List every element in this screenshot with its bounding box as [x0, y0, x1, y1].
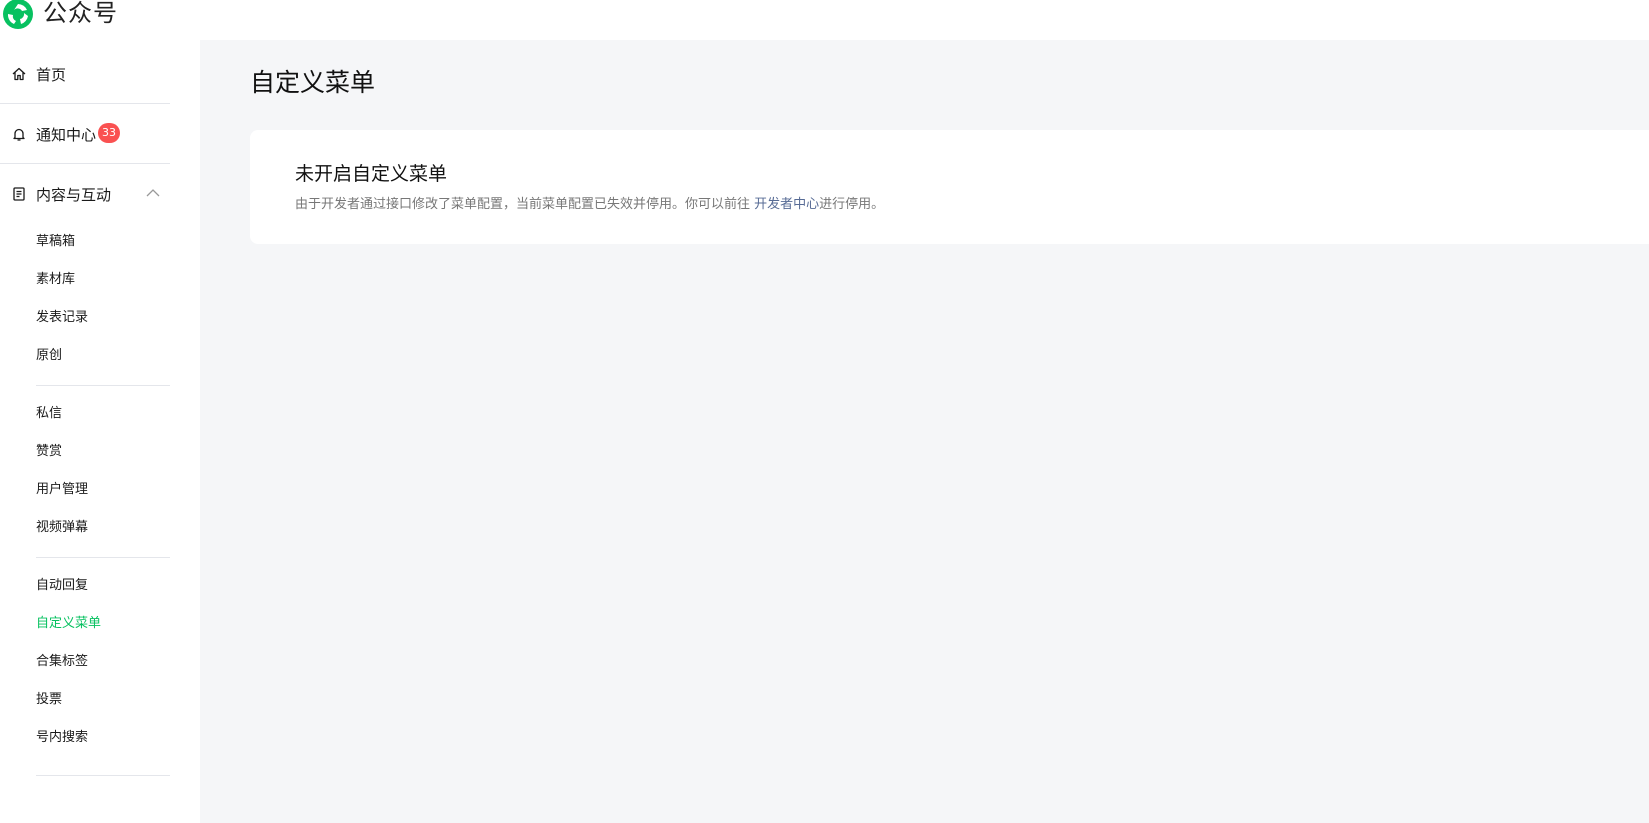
sidebar-subitem-custom-menu[interactable]: 自定义菜单 — [36, 614, 101, 634]
sidebar-item-home[interactable]: 首页 — [0, 44, 180, 104]
home-icon — [11, 66, 27, 82]
sidebar-subitem-publish-records[interactable]: 发表记录 — [36, 308, 88, 328]
sidebar-subitem-voting[interactable]: 投票 — [36, 690, 62, 710]
sidebar-subitem-collection-tags[interactable]: 合集标签 — [36, 652, 88, 672]
notification-count-badge: 33 — [98, 123, 120, 143]
chevron-up-icon[interactable] — [146, 188, 160, 198]
sidebar-subitem-drafts[interactable]: 草稿箱 — [36, 232, 75, 252]
document-icon — [11, 186, 27, 202]
sidebar-group-divider — [36, 775, 170, 776]
sidebar-item-label: 首页 — [36, 65, 67, 84]
card-description: 由于开发者通过接口修改了菜单配置，当前菜单配置已失效并停用。你可以前往 开发者中… — [295, 195, 884, 215]
sidebar-subitem-rewards[interactable]: 赞赏 — [36, 442, 62, 462]
bell-icon — [11, 126, 27, 142]
page-title: 自定义菜单 — [250, 68, 376, 97]
top-bar: 公众号 — [0, 0, 1649, 40]
sidebar-subitem-in-account-search[interactable]: 号内搜索 — [36, 728, 88, 748]
custom-menu-status-card: 未开启自定义菜单 由于开发者通过接口修改了菜单配置，当前菜单配置已失效并停用。你… — [250, 130, 1649, 244]
sidebar-subitem-video-danmaku[interactable]: 视频弹幕 — [36, 518, 88, 538]
sidebar-group-divider — [36, 385, 170, 386]
sidebar-group-divider — [36, 557, 170, 558]
sidebar-item-label: 内容与互动 — [36, 185, 112, 204]
description-text-suffix: 进行停用。 — [819, 197, 885, 212]
brand-name[interactable]: 公众号 — [43, 0, 118, 28]
developer-center-link[interactable]: 开发者中心 — [754, 197, 819, 212]
sidebar-subitem-user-management[interactable]: 用户管理 — [36, 480, 88, 500]
wechat-official-account-logo-icon[interactable] — [2, 0, 34, 30]
sidebar-subitem-auto-reply[interactable]: 自动回复 — [36, 576, 88, 596]
sidebar: 首页 通知中心 33 内容与互动 草稿箱 素材库 发表记录 原创 私信 赞赏 用… — [0, 40, 200, 823]
sidebar-item-notifications[interactable]: 通知中心 33 — [0, 104, 180, 164]
sidebar-subitem-material-library[interactable]: 素材库 — [36, 270, 75, 290]
description-text: 由于开发者通过接口修改了菜单配置，当前菜单配置已失效并停用。你可以前往 — [295, 197, 755, 212]
sidebar-subitem-original[interactable]: 原创 — [36, 346, 62, 366]
sidebar-item-content-interaction[interactable]: 内容与互动 — [0, 164, 180, 224]
sidebar-item-label: 通知中心 — [36, 125, 97, 144]
card-title: 未开启自定义菜单 — [295, 163, 448, 185]
sidebar-subitem-messages[interactable]: 私信 — [36, 404, 62, 424]
